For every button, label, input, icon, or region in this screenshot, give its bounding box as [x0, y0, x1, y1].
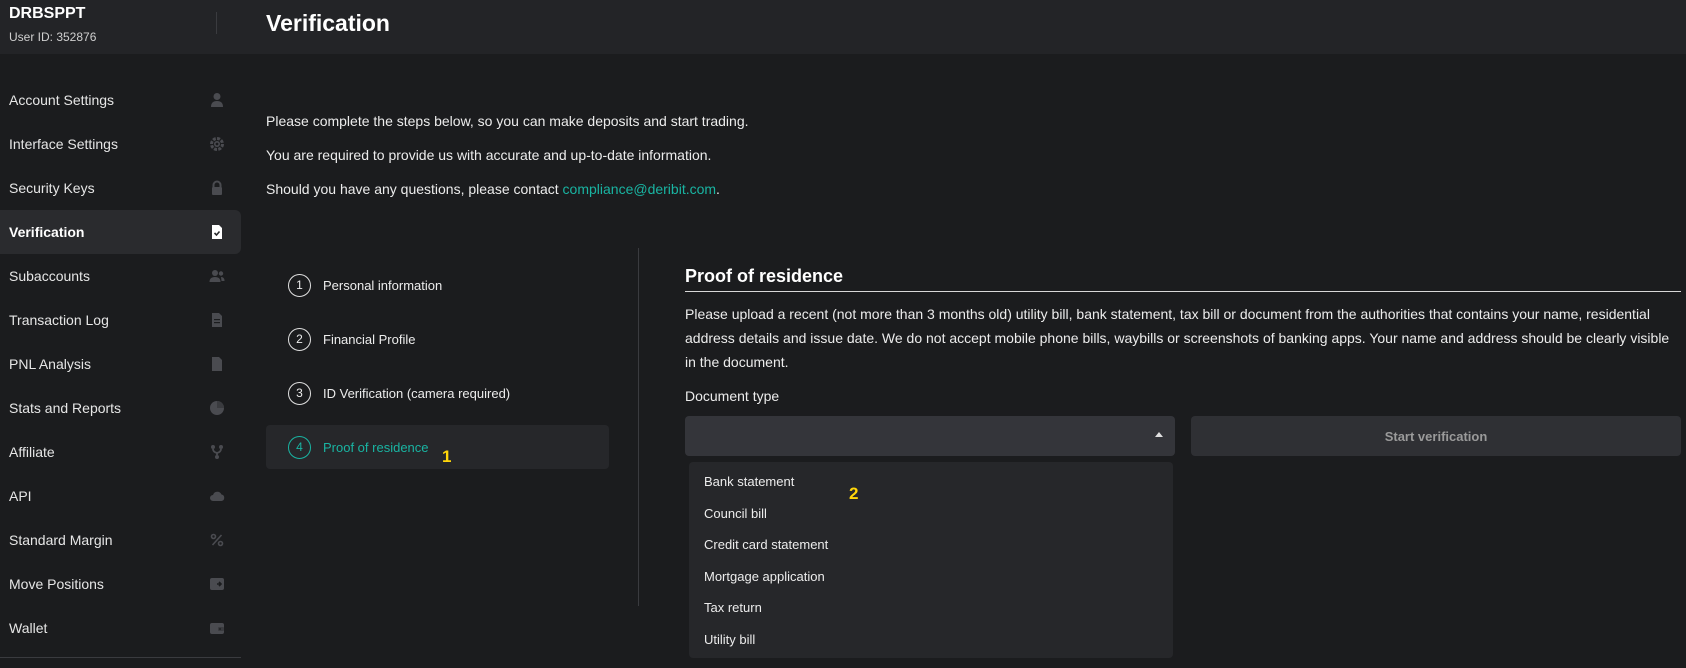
sidebar-item-label: Subaccounts: [9, 268, 90, 284]
contact-prefix: Should you have any questions, please co…: [266, 181, 563, 197]
verification-steps: 1 Personal information 2 Financial Profi…: [266, 263, 609, 479]
start-verification-button[interactable]: Start verification: [1191, 416, 1681, 456]
document-type-label: Document type: [685, 388, 780, 404]
header-divider: [216, 12, 217, 34]
lock-icon: [209, 180, 225, 196]
compliance-email-link[interactable]: compliance@deribit.com: [563, 181, 717, 197]
document-type-select[interactable]: [685, 416, 1175, 456]
annotation-marker-2: 2: [849, 484, 859, 503]
sidebar-item-label: PNL Analysis: [9, 356, 91, 372]
sidebar-item-label: Affiliate: [9, 444, 55, 460]
caret-up-icon: [1155, 432, 1163, 437]
step-label: Financial Profile: [323, 331, 416, 347]
sidebar-item-move-positions[interactable]: Move Positions: [0, 562, 241, 606]
step-number: 1: [288, 273, 311, 297]
option-tax-return[interactable]: Tax return: [689, 592, 1173, 624]
proof-description: Please upload a recent (not more than 3 …: [685, 306, 1670, 370]
sidebar-item-label: Transaction Log: [9, 312, 109, 328]
sidebar-item-transaction-log[interactable]: Transaction Log: [0, 298, 241, 342]
option-mortgage-application[interactable]: Mortgage application: [689, 561, 1173, 593]
sidebar-item-label: Interface Settings: [9, 136, 118, 152]
step-proof-of-residence[interactable]: 4 Proof of residence: [266, 425, 609, 469]
contact-suffix: .: [716, 181, 720, 197]
option-utility-bill[interactable]: Utility bill: [689, 624, 1173, 656]
step-number: 2: [288, 327, 311, 351]
sidebar-bottom-divider: [0, 657, 241, 658]
users-icon: [209, 268, 225, 284]
sidebar-item-wallet[interactable]: Wallet: [0, 606, 241, 650]
cloud-icon: [209, 488, 225, 504]
document-icon: [209, 356, 225, 372]
sidebar-item-standard-margin[interactable]: Standard Margin: [0, 518, 241, 562]
sidebar-item-subaccounts[interactable]: Subaccounts: [0, 254, 241, 298]
sidebar-item-label: Move Positions: [9, 576, 104, 592]
sidebar-item-affiliate[interactable]: Affiliate: [0, 430, 241, 474]
intro-text: Please complete the steps below, so you …: [266, 104, 749, 206]
step-financial-profile[interactable]: 2 Financial Profile: [266, 317, 609, 361]
step-number: 3: [288, 381, 311, 405]
wallet-icon: [209, 620, 225, 636]
pie-chart-icon: [209, 400, 225, 416]
sidebar-item-label: Verification: [9, 224, 85, 240]
step-personal-information[interactable]: 1 Personal information: [266, 263, 609, 307]
page-title: Verification: [266, 10, 390, 36]
sidebar-item-label: Standard Margin: [9, 532, 113, 548]
sidebar-item-api[interactable]: API: [0, 474, 241, 518]
sidebar-item-label: Stats and Reports: [9, 400, 122, 416]
top-header: DRBSPPT User ID: 352876 Verification: [0, 0, 1686, 54]
intro-line-1: Please complete the steps below, so you …: [266, 113, 749, 129]
sidebar-item-pnl-analysis[interactable]: PNL Analysis: [0, 342, 241, 386]
sidebar-item-verification[interactable]: Verification: [0, 210, 241, 254]
move-icon: [209, 576, 225, 592]
percent-icon: [209, 532, 225, 548]
sidebar-item-security-keys[interactable]: Security Keys: [0, 166, 241, 210]
proof-title: Proof of residence: [685, 266, 1681, 292]
intro-line-3: Should you have any questions, please co…: [266, 172, 749, 206]
step-label: Proof of residence: [323, 439, 429, 455]
sidebar-item-stats-and-reports[interactable]: Stats and Reports: [0, 386, 241, 430]
username: DRBSPPT: [9, 5, 86, 22]
sidebar-item-label: Wallet: [9, 620, 48, 636]
gear-icon: [209, 136, 225, 152]
annotation-marker-1: 1: [442, 447, 452, 466]
step-id-verification[interactable]: 3 ID Verification (camera required): [266, 371, 609, 415]
sidebar-item-label: API: [9, 488, 32, 504]
step-number: 4: [288, 435, 311, 459]
intro-line-2: You are required to provide us with accu…: [266, 147, 712, 163]
fork-icon: [209, 444, 225, 460]
step-label: ID Verification (camera required): [323, 385, 511, 401]
sidebar-item-label: Security Keys: [9, 180, 95, 196]
user-id: User ID: 352876: [9, 30, 97, 44]
option-council-bill[interactable]: Council bill: [689, 498, 1173, 530]
step-label: Personal information: [323, 277, 443, 293]
option-bank-statement[interactable]: Bank statement: [689, 466, 1173, 498]
option-credit-card-statement[interactable]: Credit card statement: [689, 529, 1173, 561]
sidebar-item-label: Account Settings: [9, 92, 115, 108]
sidebar: Account Settings Interface Settings Secu…: [0, 78, 241, 650]
document-icon: [209, 312, 225, 328]
sidebar-item-interface-settings[interactable]: Interface Settings: [0, 122, 241, 166]
document-check-icon: [209, 224, 225, 240]
user-icon: [209, 92, 225, 108]
user-block: DRBSPPT User ID: 352876: [9, 4, 96, 44]
proof-of-residence-panel: Proof of residence Please upload a recen…: [685, 266, 1681, 404]
sidebar-item-account-settings[interactable]: Account Settings: [0, 78, 241, 122]
document-type-dropdown: Bank statement Council bill Credit card …: [689, 462, 1173, 658]
vertical-divider: [638, 248, 639, 606]
